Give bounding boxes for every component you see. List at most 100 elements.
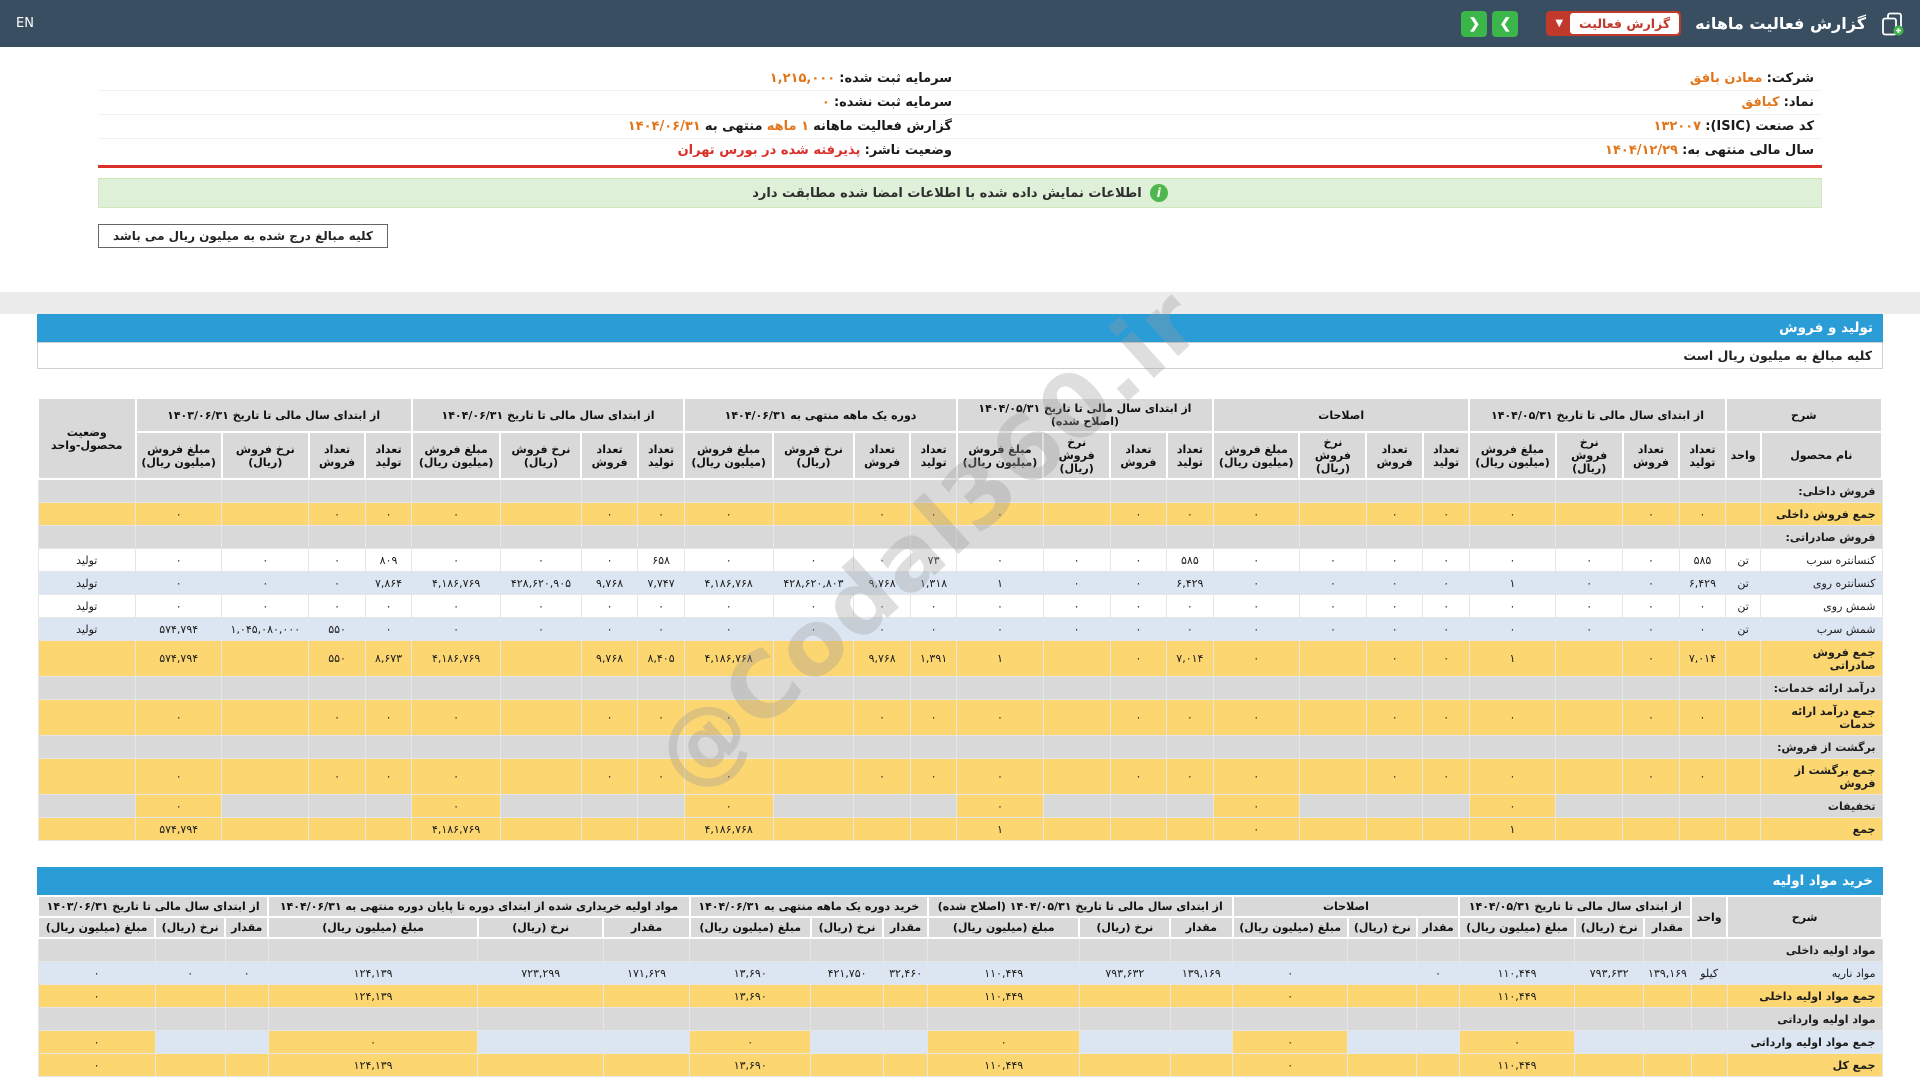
value-cell [478, 1031, 604, 1054]
value-cell [1213, 677, 1299, 700]
unit-cell [1726, 759, 1761, 795]
subcolumn-header: مبلغ (میلیون ریال) [38, 917, 155, 938]
unit-cell [1726, 641, 1761, 677]
header-row: مقدارنرخ (ریال)مبلغ (میلیون ریال)مقدارنر… [38, 917, 1882, 938]
value-cell: ۰ [957, 759, 1043, 795]
page-title: گزارش فعالیت ماهانه [1695, 14, 1866, 33]
value-cell: ۰ [365, 618, 411, 641]
value-cell: ۰ [773, 549, 854, 572]
table-row: مواد اولیه وارداتی [38, 1008, 1882, 1031]
value-cell: ۰ [412, 759, 501, 795]
value-cell [603, 938, 689, 962]
table-row: تخفیفات۰۰۰۰۰۰ [38, 795, 1882, 818]
row-label: جمع فروش صادراتی [1761, 641, 1882, 677]
value-cell: ۰ [268, 1031, 478, 1054]
subcolumn-header: نرخ (ریال) [155, 917, 225, 938]
value-cell [1366, 795, 1422, 818]
prev-report-button[interactable]: ❮ [1461, 11, 1487, 37]
value-cell: ۱,۳۱۸ [910, 572, 956, 595]
value-cell [1110, 818, 1166, 841]
value-cell: ۰ [136, 503, 222, 526]
value-cell [136, 677, 222, 700]
value-cell: ۱۱۰,۴۴۹ [928, 962, 1080, 985]
value-cell [1167, 795, 1213, 818]
value-cell: ۰ [1213, 572, 1299, 595]
value-cell: ۰ [910, 595, 956, 618]
value-cell [773, 700, 854, 736]
value-cell [1299, 641, 1366, 677]
value-cell: ۰ [1110, 641, 1166, 677]
value-cell: ۰ [957, 549, 1043, 572]
subcolumn-header: مقدار [603, 917, 689, 938]
value-cell [1299, 677, 1366, 700]
value-cell [603, 985, 689, 1008]
value-cell [1556, 700, 1623, 736]
unit-header: واحد [1691, 896, 1727, 938]
row-label: جمع مواد اولیه داخلی [1727, 985, 1882, 1008]
value-cell [1423, 795, 1469, 818]
value-cell: ۸,۶۷۳ [365, 641, 411, 677]
value-cell [910, 818, 956, 841]
row-label: درآمد ارائه خدمات: [1761, 677, 1882, 700]
value-cell: ۰ [1556, 595, 1623, 618]
report-copy-icon [1880, 12, 1904, 36]
value-cell [1043, 677, 1110, 700]
production-sales-table: شرحاز ابتدای سال مالی تا تاریخ ۱۴۰۴/۰۵/۳… [37, 397, 1883, 841]
value-cell: ۰ [684, 549, 773, 572]
value-cell [1299, 700, 1366, 736]
value-cell: ۰ [928, 1031, 1080, 1054]
alert-message: اطلاعات نمایش داده شده با اطلاعات امضا ش… [752, 186, 1142, 201]
field-value: معادن بافق [1690, 71, 1763, 86]
unit-cell [1726, 736, 1761, 759]
value-cell [1170, 1054, 1232, 1077]
value-cell: ۹,۷۶۸ [581, 572, 637, 595]
next-report-button[interactable]: ❯ [1492, 11, 1518, 37]
field-label: وضعیت ناشر: [865, 143, 952, 158]
subcolumn-header: نرخ فروش (ریال) [222, 432, 309, 479]
value-cell: ۰ [1167, 700, 1213, 736]
value-cell: ۱ [957, 572, 1043, 595]
value-cell: ۰ [1366, 503, 1422, 526]
value-cell [1423, 736, 1469, 759]
field-label: سرمایه ثبت شده: [839, 71, 952, 86]
value-cell [1299, 503, 1366, 526]
value-cell: ۵۷۴,۷۹۴ [136, 618, 222, 641]
report-type-dropdown[interactable]: گزارش فعالیت ▼ [1546, 11, 1681, 36]
subcolumn-header: نرخ فروش (ریال) [773, 432, 854, 479]
value-cell: ۰ [854, 759, 910, 795]
company-info-col-left: سرمایه ثبت شده: ۱,۲۱۵,۰۰۰ سرمایه ثبت نشد… [98, 67, 960, 162]
value-cell: ۱ [1469, 572, 1555, 595]
value-cell [1679, 479, 1725, 503]
value-cell: ۰ [1213, 641, 1299, 677]
value-cell [638, 526, 684, 549]
field-value: ۰ [822, 95, 830, 110]
unit-cell [1691, 1031, 1727, 1054]
value-cell [1417, 1054, 1460, 1077]
row-label: جمع درآمد ارائه خدمات [1761, 700, 1882, 736]
status-cell [38, 503, 136, 526]
value-cell: ۰ [1366, 759, 1422, 795]
value-cell [581, 795, 637, 818]
language-toggle[interactable]: EN [16, 16, 34, 31]
value-cell: ۰ [1110, 549, 1166, 572]
value-cell [222, 526, 309, 549]
value-cell: ۰ [773, 618, 854, 641]
value-cell: ۰ [910, 503, 956, 526]
value-cell: ۰ [1366, 595, 1422, 618]
value-cell: ۰ [1233, 962, 1348, 985]
value-cell [1348, 962, 1417, 985]
subcolumn-header: تعداد فروش [309, 432, 365, 479]
subcolumn-header: تعداد فروش [1366, 432, 1422, 479]
value-cell [1110, 479, 1166, 503]
subcolumn-header: مبلغ (میلیون ریال) [928, 917, 1080, 938]
table-row: شمش رویتن۰۰۰۰۰۰۰۰۰۰۰۰۰۰۰۰۰۰۰۰۰۰۰۰تولید [38, 595, 1882, 618]
value-cell [38, 938, 155, 962]
value-cell: ۷,۰۱۴ [1679, 641, 1725, 677]
value-cell [500, 503, 581, 526]
value-cell: ۰ [222, 595, 309, 618]
value-cell: ۰ [1679, 700, 1725, 736]
value-cell: ۰ [581, 759, 637, 795]
value-cell: ۰ [1623, 549, 1679, 572]
value-cell [910, 795, 956, 818]
table-row: شمش سربتن۰۰۰۰۰۰۰۰۰۰۰۰۰۰۰۰۰۰۰۰۰۵۵۰۱,۰۴۵,۰… [38, 618, 1882, 641]
